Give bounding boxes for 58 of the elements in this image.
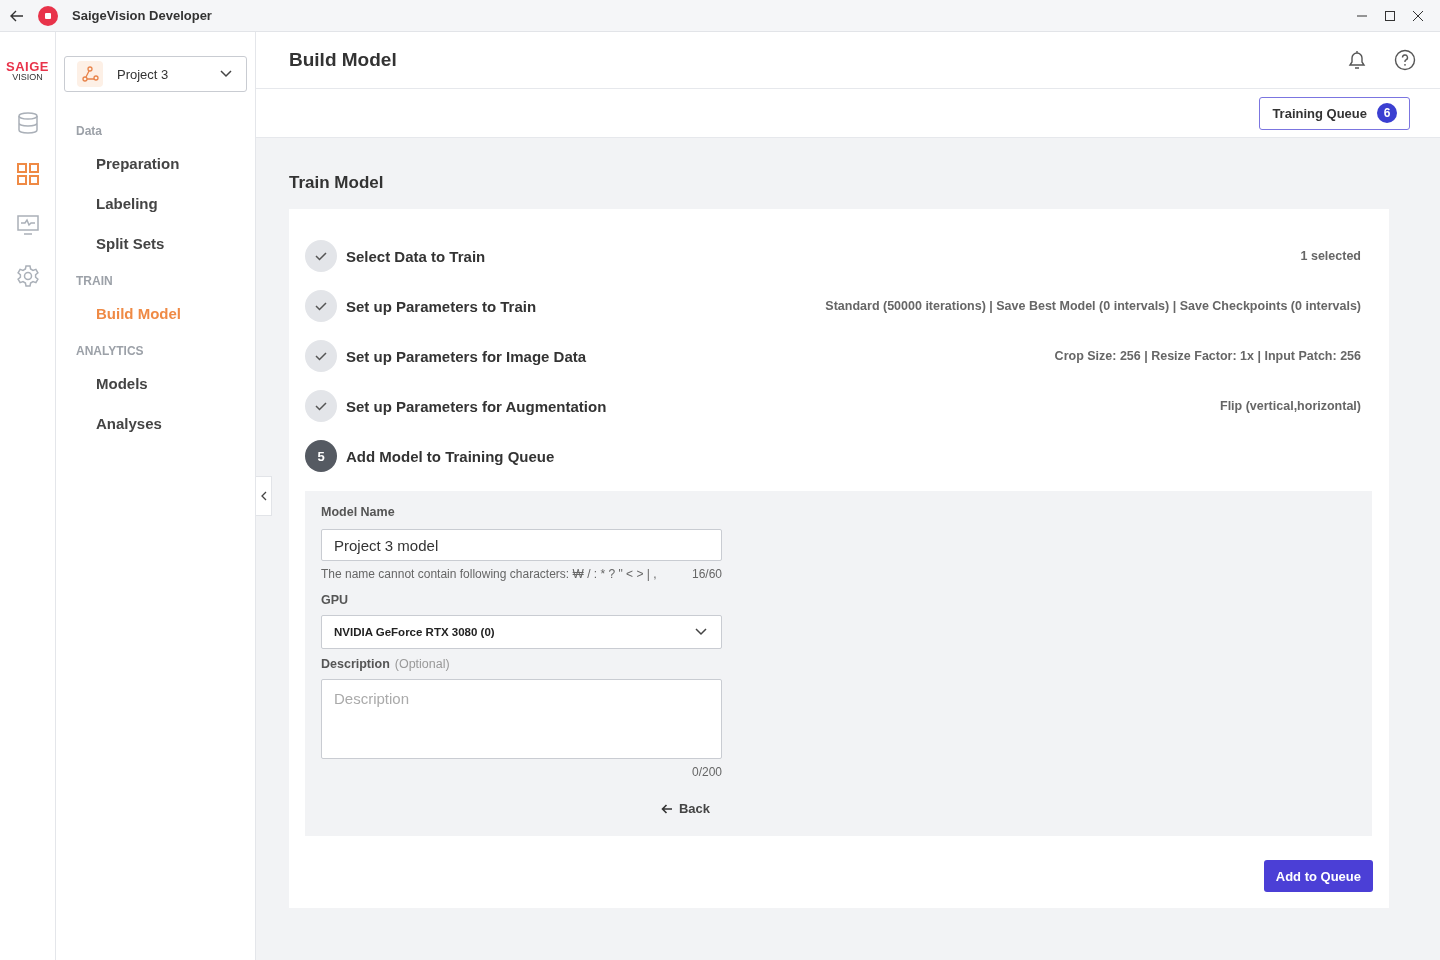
collapse-tab[interactable] bbox=[256, 476, 272, 516]
chevron-left-icon bbox=[260, 491, 267, 501]
queue-count-badge: 6 bbox=[1377, 103, 1397, 123]
training-queue-button[interactable]: Training Queue 6 bbox=[1259, 96, 1410, 130]
step-title: Set up Parameters to Train bbox=[346, 297, 537, 315]
back-link[interactable]: Back bbox=[660, 801, 710, 816]
model-name-input[interactable]: Project 3 model bbox=[321, 529, 722, 561]
optional-label: (Optional) bbox=[394, 657, 450, 671]
chevron-down-icon bbox=[695, 628, 707, 636]
logo-subtitle: VISION bbox=[12, 73, 43, 82]
nav-item[interactable]: Preparation bbox=[76, 154, 247, 194]
step-title: Set up Parameters for Augmentation bbox=[346, 397, 607, 415]
app-logo-icon bbox=[38, 5, 58, 26]
back-arrow-icon bbox=[660, 803, 673, 814]
back-arrow-icon[interactable] bbox=[10, 9, 24, 22]
field-label: Model Name bbox=[321, 505, 396, 519]
nav-section-heading: TRAIN bbox=[76, 274, 114, 290]
add-to-queue-button[interactable]: Add to Queue bbox=[1263, 860, 1373, 892]
nav-section-heading: ANALYTICS bbox=[76, 344, 145, 360]
section-title: Train Model bbox=[289, 173, 385, 193]
nav-section-heading: Data bbox=[76, 124, 103, 140]
nav-item[interactable]: Labeling bbox=[76, 194, 247, 234]
check-circle-icon bbox=[305, 340, 337, 372]
logo-wordmark: SAIGE bbox=[6, 60, 49, 73]
grid-icon[interactable] bbox=[15, 162, 40, 186]
field-label: GPU bbox=[321, 593, 350, 607]
check-circle-icon bbox=[305, 390, 337, 422]
page-title: Build Model bbox=[289, 49, 397, 71]
project-dropdown[interactable]: Project 3 bbox=[64, 56, 247, 92]
gpu-dropdown[interactable]: NVIDIA GeForce RTX 3080 (0) bbox=[321, 615, 722, 649]
step-summary: Standard (50000 iterations) | Save Best Model (0 intervals) | Save Checkpoints (0 intervals) bbox=[825, 299, 1361, 313]
step-summary: Flip (vertical,horizontal) bbox=[1220, 399, 1361, 413]
chevron-down-icon bbox=[220, 70, 232, 78]
step-title: Add Model to Training Queue bbox=[346, 447, 555, 465]
bell-icon[interactable] bbox=[1346, 49, 1368, 71]
nav-item[interactable]: Models bbox=[76, 374, 247, 414]
project-icon bbox=[77, 61, 103, 87]
check-circle-icon bbox=[305, 290, 337, 322]
step-title: Select Data to Train bbox=[346, 247, 486, 265]
field-label: Description bbox=[321, 657, 390, 671]
char-counter: 0/200 bbox=[691, 765, 722, 779]
step-title: Set up Parameters for Image Data bbox=[346, 347, 587, 365]
close-icon[interactable] bbox=[1412, 9, 1424, 22]
settings-icon[interactable] bbox=[15, 264, 40, 288]
window-title: SaigeVision Developer bbox=[72, 8, 212, 23]
hint-text: The name cannot contain following characters: ₩ / : * ? " < > | , bbox=[321, 567, 657, 581]
database-icon[interactable] bbox=[15, 111, 40, 135]
check-circle-icon bbox=[305, 240, 337, 272]
help-icon[interactable] bbox=[1394, 49, 1416, 71]
monitor-icon[interactable] bbox=[15, 213, 40, 237]
step-number: 5 bbox=[305, 440, 337, 472]
step-summary: Crop Size: 256 | Resize Factor: 1x | Input Patch: 256 bbox=[1054, 349, 1361, 363]
maximize-icon[interactable] bbox=[1384, 9, 1396, 22]
description-input[interactable]: Description bbox=[321, 679, 722, 759]
nav-item[interactable]: Split Sets bbox=[76, 234, 247, 274]
nav-item[interactable]: Analyses bbox=[76, 414, 247, 454]
step-summary: 1 selected bbox=[1300, 249, 1361, 263]
char-counter: 16/60 bbox=[691, 567, 722, 581]
